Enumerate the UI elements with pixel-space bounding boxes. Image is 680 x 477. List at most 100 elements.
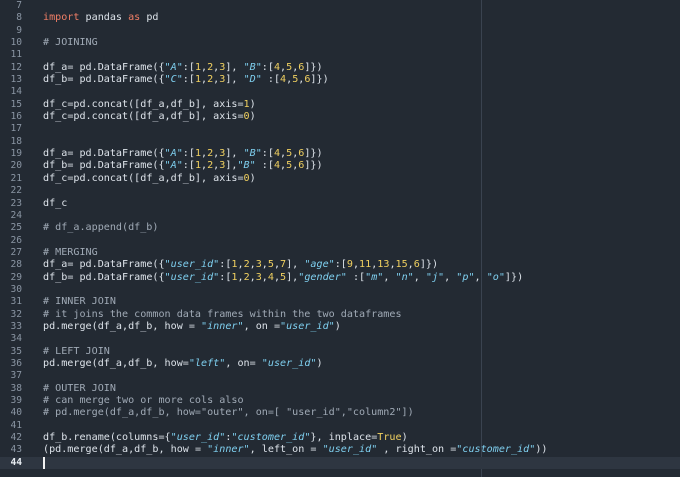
operator-token: ]}) <box>304 61 323 73</box>
operator-token: ], <box>225 74 244 86</box>
line-code[interactable]: df_b= pd.DataFrame({"user_id":[1,2,3,4,5… <box>43 272 523 284</box>
code-line[interactable]: 25 # df_a.append(df_b) <box>0 222 680 234</box>
code-line[interactable]: 43 (pd.merge(df_a,df_b, how = "inner", le… <box>0 444 680 456</box>
operator-token: ]}) <box>304 148 323 160</box>
code-line[interactable]: 13 df_b= pd.DataFrame({"C":[1,2,3], "D" :… <box>0 74 680 86</box>
line-code[interactable]: # pd.merge(df_a,df_b, how="outer", on=[ … <box>43 407 414 419</box>
code-line[interactable]: 17 <box>0 123 680 135</box>
code-line[interactable]: 19 df_a= pd.DataFrame({"A":[1,2,3], "B":[… <box>0 148 680 160</box>
code-line[interactable]: 38 # OUTER JOIN <box>0 383 680 395</box>
code-line[interactable]: 18 <box>0 136 680 148</box>
code-line[interactable]: 37 <box>0 370 680 382</box>
line-code[interactable]: import pandas as pd <box>43 12 158 24</box>
line-number: 29 <box>10 271 22 283</box>
operator-token: :[ <box>261 61 274 73</box>
code-line[interactable]: 36 pd.merge(df_a,df_b, how="left", on= "u… <box>0 358 680 370</box>
code-line[interactable]: 21 df_c=pd.concat([df_a,df_b], axis=0) <box>0 173 680 185</box>
code-line[interactable]: 24 <box>0 210 680 222</box>
code-line[interactable]: 41 <box>0 420 680 432</box>
line-number: 14 <box>10 86 22 98</box>
string-token: "user_id" <box>164 259 220 271</box>
string-token: "user_id" <box>280 320 335 332</box>
line-code[interactable]: # LEFT JOIN <box>43 346 110 358</box>
line-number: 8 <box>16 12 22 24</box>
line-code[interactable]: # JOINING <box>43 37 98 49</box>
string-token: "age" <box>304 259 335 271</box>
code-line[interactable]: 14 <box>0 86 680 98</box>
line-code[interactable]: # it joins the common data frames within… <box>43 309 402 321</box>
code-line[interactable]: 40 # pd.merge(df_a,df_b, how="outer", on=… <box>0 407 680 419</box>
string-token: "m" <box>365 271 384 283</box>
code-line[interactable]: 33 pd.merge(df_a,df_b, how = "inner", on … <box>0 321 680 333</box>
line-code[interactable]: df_b.rename(columns={"user_id":"customer… <box>43 432 408 444</box>
number-token: 15 <box>395 259 408 271</box>
line-number: 19 <box>10 148 22 160</box>
line-number: 39 <box>10 395 22 406</box>
operator-token: = <box>249 357 262 369</box>
line-number: 11 <box>10 49 22 61</box>
line-code[interactable]: # can merge two or more cols also <box>43 395 244 407</box>
code-line[interactable]: 32 # it joins the common data frames with… <box>0 309 680 321</box>
string-token: "user_id" <box>170 432 226 444</box>
line-code[interactable]: # INNER JOIN <box>43 296 116 308</box>
code-line[interactable]: 34 <box>0 333 680 345</box>
line-number: 26 <box>10 234 22 246</box>
code-line[interactable]: 31 # INNER JOIN <box>0 296 680 308</box>
code-line[interactable]: 16 df_c=pd.concat([df_a,df_b], axis=0) <box>0 111 680 123</box>
operator-token: }, inplace <box>310 432 372 444</box>
operator-token: :[ <box>182 74 195 86</box>
operator-token: :[ <box>346 271 366 283</box>
operator-token: :[ <box>255 160 274 172</box>
code-line[interactable]: 30 <box>0 284 680 296</box>
operator-token: , <box>413 271 426 283</box>
code-line[interactable]: 44 <box>0 456 680 470</box>
operator-token: :[ <box>219 259 232 271</box>
line-code[interactable]: df_a= pd.DataFrame({"A":[1,2,3], "B":[4,… <box>43 148 323 160</box>
line-code[interactable]: df_a= pd.DataFrame({"A":[1,2,3], "B":[4,… <box>43 62 323 74</box>
code-line[interactable]: 29 df_b= pd.DataFrame({"user_id":[1,2,3,4… <box>0 272 680 284</box>
line-code[interactable]: (pd.merge(df_a,df_b, how = "inner", left… <box>43 444 547 456</box>
line-code[interactable]: df_c=pd.concat([df_a,df_b], axis=0) <box>43 173 256 185</box>
code-line[interactable]: 28 df_a= pd.DataFrame({"user_id":[1,2,3,5… <box>0 259 680 271</box>
operator-token: )) <box>535 444 548 456</box>
code-line[interactable]: 20 df_b= pd.DataFrame({"A":[1,2,3],"B" :[… <box>0 160 680 172</box>
line-code[interactable]: df_c <box>43 198 67 210</box>
code-line[interactable]: 35 # LEFT JOIN <box>0 346 680 358</box>
code-line[interactable]: 9 <box>0 25 680 37</box>
line-code[interactable]: pd.merge(df_a,df_b, how = "inner", on ="… <box>43 321 341 333</box>
line-code[interactable]: df_a= pd.DataFrame({"user_id":[1,2,3,5,7… <box>43 259 438 271</box>
code-line[interactable]: 11 <box>0 49 680 61</box>
line-code[interactable]: # MERGING <box>43 247 98 259</box>
operator-token: ]}) <box>419 259 439 271</box>
string-token: "A" <box>164 61 183 73</box>
operator-token: :[ <box>182 148 195 160</box>
line-number: 44 <box>10 456 22 468</box>
line-number: 37 <box>10 370 22 382</box>
code-lines[interactable]: 7 8 import pandas as pd 9 10 # JOINING 11 12 df_… <box>0 0 680 470</box>
line-number: 13 <box>10 74 22 86</box>
code-line[interactable]: 12 df_a= pd.DataFrame({"A":[1,2,3], "B":[… <box>0 62 680 74</box>
operator-token: ) <box>249 98 256 110</box>
code-editor[interactable]: 7 8 import pandas as pd 9 10 # JOINING 11 12 df_… <box>0 0 680 477</box>
code-line[interactable]: 8 import pandas as pd <box>0 12 680 24</box>
string-token: "D" <box>243 74 262 86</box>
code-line[interactable]: 27 # MERGING <box>0 247 680 259</box>
line-code[interactable]: df_b= pd.DataFrame({"A":[1,2,3],"B" :[4,… <box>43 160 323 172</box>
string-token: "B" <box>243 148 262 160</box>
line-code[interactable]: # df_a.append(df_b) <box>43 222 158 234</box>
line-code[interactable]: df_c=pd.concat([df_a,df_b], axis=1) <box>43 99 256 111</box>
code-line[interactable]: 22 <box>0 185 680 197</box>
code-line[interactable]: 26 <box>0 235 680 247</box>
line-code[interactable]: # OUTER JOIN <box>43 383 116 395</box>
code-line[interactable]: 10 # JOINING <box>0 37 680 49</box>
line-code[interactable]: df_c=pd.concat([df_a,df_b], axis=0) <box>43 111 256 123</box>
code-line[interactable]: 42 df_b.rename(columns={"user_id":"custom… <box>0 432 680 444</box>
code-line[interactable]: 23 df_c <box>0 198 680 210</box>
code-line[interactable]: 39 # can merge two or more cols also <box>0 395 680 407</box>
line-code[interactable]: df_b= pd.DataFrame({"C":[1,2,3], "D" :[4… <box>43 74 329 86</box>
code-line[interactable]: 15 df_c=pd.concat([df_a,df_b], axis=1) <box>0 99 680 111</box>
line-number: 21 <box>10 172 22 184</box>
line-number: 38 <box>10 382 22 394</box>
line-code[interactable]: pd.merge(df_a,df_b, how="left", on= "use… <box>43 358 323 370</box>
code-line[interactable]: 7 <box>0 0 680 12</box>
